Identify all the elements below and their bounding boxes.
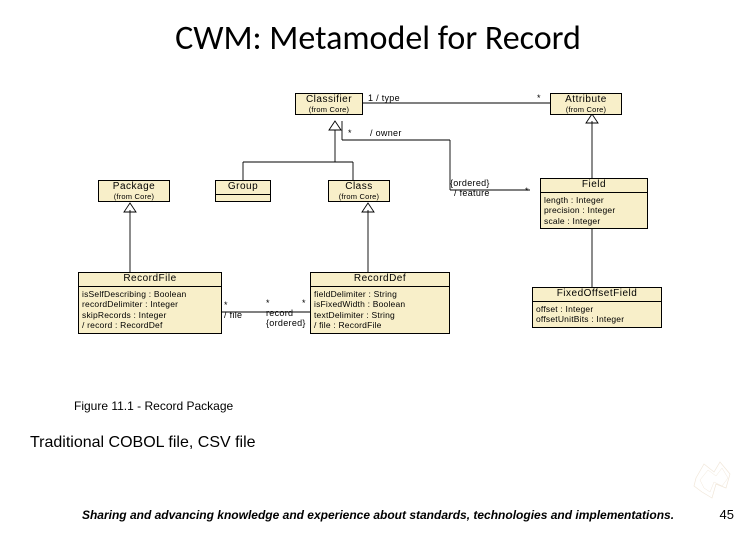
label-mult: * bbox=[525, 186, 529, 196]
class-class: Class (from Core) bbox=[328, 180, 390, 202]
slide-title: CWM: Metamodel for Record bbox=[0, 18, 756, 59]
label-owner: / owner bbox=[370, 128, 402, 138]
attr-row: precision : Integer bbox=[544, 205, 644, 216]
class-name: Class bbox=[331, 182, 387, 193]
class-attribute: Attribute (from Core) bbox=[550, 93, 622, 115]
class-name: Field bbox=[543, 180, 645, 191]
attr-row: offsetUnitBits : Integer bbox=[536, 314, 658, 325]
logo-icon bbox=[690, 458, 736, 502]
label-mult: * bbox=[537, 93, 541, 103]
class-field: Field length : Integer precision : Integ… bbox=[540, 178, 648, 229]
class-from: (from Core) bbox=[101, 193, 167, 201]
label-mult: * bbox=[348, 128, 352, 138]
class-classifier: Classifier (from Core) bbox=[295, 93, 363, 115]
label-file: * / file bbox=[224, 300, 242, 320]
class-name: Group bbox=[218, 182, 268, 193]
class-from: (from Core) bbox=[298, 106, 360, 114]
figure-caption: Figure 11.1 - Record Package bbox=[74, 399, 233, 413]
class-name: RecordDef bbox=[313, 274, 447, 285]
class-group: Group bbox=[215, 180, 271, 202]
attr-row: length : Integer bbox=[544, 195, 644, 206]
attr-row: / file : RecordFile bbox=[314, 320, 446, 331]
attr-row: scale : Integer bbox=[544, 216, 644, 227]
label-type: 1 / type bbox=[368, 93, 400, 103]
attr-row: offset : Integer bbox=[536, 304, 658, 315]
class-recorddef: RecordDef fieldDelimiter : String isFixe… bbox=[310, 272, 450, 334]
attr-row: textDelimiter : String bbox=[314, 310, 446, 321]
attr-row: skipRecords : Integer bbox=[82, 310, 218, 321]
footer-text: Sharing and advancing knowledge and expe… bbox=[0, 508, 756, 522]
subtitle-text: Traditional COBOL file, CSV file bbox=[30, 434, 256, 452]
class-fixedoffsetfield: FixedOffsetField offset : Integer offset… bbox=[532, 287, 662, 328]
attr-row: recordDelimiter : Integer bbox=[82, 299, 218, 310]
attr-row: fieldDelimiter : String bbox=[314, 289, 446, 300]
class-recordfile: RecordFile isSelfDescribing : Boolean re… bbox=[78, 272, 222, 334]
class-from: (from Core) bbox=[553, 106, 619, 114]
class-from: (from Core) bbox=[331, 193, 387, 201]
class-name: Package bbox=[101, 182, 167, 193]
attr-row: isFixedWidth : Boolean bbox=[314, 299, 446, 310]
page-number: 45 bbox=[720, 507, 734, 522]
label-ordered-feature: {ordered} / feature bbox=[450, 178, 490, 198]
uml-diagram: Classifier (from Core) Attribute (from C… bbox=[70, 90, 690, 390]
class-name: FixedOffsetField bbox=[535, 289, 659, 300]
label-mult: * bbox=[302, 298, 306, 308]
attr-row: / record : RecordDef bbox=[82, 320, 218, 331]
class-name: RecordFile bbox=[81, 274, 219, 285]
class-name: Classifier bbox=[298, 95, 360, 106]
attr-row: isSelfDescribing : Boolean bbox=[82, 289, 218, 300]
class-package: Package (from Core) bbox=[98, 180, 170, 202]
label-record: * record {ordered} bbox=[266, 298, 306, 328]
class-name: Attribute bbox=[553, 95, 619, 106]
